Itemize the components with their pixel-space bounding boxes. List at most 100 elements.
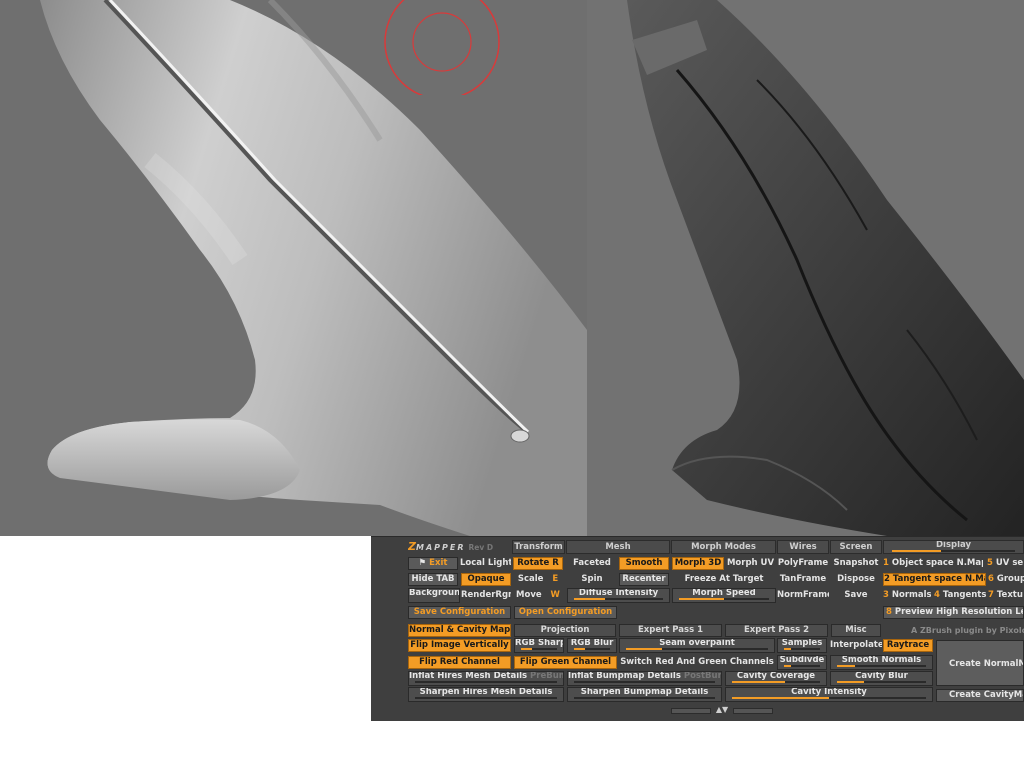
panel-handle-left[interactable] [671, 708, 711, 714]
smooth-normals-slider[interactable]: Smooth Normals [830, 655, 933, 670]
exit-button[interactable]: ⚑ Exit [408, 557, 458, 570]
open-configuration-button[interactable]: Open Configuration [514, 606, 617, 619]
diffuse-intensity-slider[interactable]: Diffuse Intensity [567, 588, 670, 603]
inflat-bumpmap-slider[interactable]: Inflat Bumpmap Details PostBump [567, 671, 722, 686]
tab-normal-cavity-map[interactable]: Normal & Cavity Map [408, 624, 511, 637]
inflat-hires-slider[interactable]: Inflat Hires Mesh Details PreBump [408, 671, 564, 686]
smooth-normals-label: Smooth Normals [841, 655, 922, 665]
menu-screen[interactable]: Screen [830, 540, 882, 554]
rgb-sharp-fill [521, 648, 532, 650]
scale-button[interactable]: Scale E [513, 573, 563, 586]
faceted-button[interactable]: Faceted [567, 557, 617, 570]
background-label: Background [409, 588, 460, 598]
viewport-right[interactable] [587, 0, 1024, 536]
display-option-2-label: Tangent space N.Map [892, 574, 986, 584]
tanframe-button[interactable]: TanFrame [777, 573, 829, 586]
samples-fill [784, 648, 792, 650]
tab-expert-pass-1[interactable]: Expert Pass 1 [619, 624, 722, 637]
smooth-button[interactable]: Smooth [619, 557, 669, 570]
morph-speed-slider[interactable]: Morph Speed [672, 588, 776, 603]
display-option-8-label: Preview High Resolution Leve [894, 607, 1024, 617]
tab-expert-pass-2[interactable]: Expert Pass 2 [725, 624, 828, 637]
brush-cursor-icon [384, 0, 500, 95]
cavity-blur-fill [837, 681, 864, 683]
scale-label: Scale [517, 574, 544, 584]
samples-slider[interactable]: Samples [777, 638, 827, 653]
inflat-bumpmap-track [574, 681, 715, 683]
save-button[interactable]: Save [830, 589, 882, 602]
cavity-blur-slider[interactable]: Cavity Blur [830, 671, 933, 686]
display-option-5[interactable]: 5 UV se [987, 557, 1024, 570]
display-option-4-label: Tangents [942, 590, 986, 600]
display-option-1[interactable]: 1 Object space N.Map [883, 557, 983, 570]
display-option-4[interactable]: 4 Tangents [934, 589, 986, 602]
menu-mesh[interactable]: Mesh [566, 540, 670, 554]
rotate-button[interactable]: Rotate R [513, 557, 563, 570]
menu-morph-modes[interactable]: Morph Modes [671, 540, 776, 554]
sharpen-hires-slider[interactable]: Sharpen Hires Mesh Details [408, 687, 564, 702]
plugin-credit: A ZBrush plugin by Pixolog [911, 626, 1024, 635]
dispose-button[interactable]: Dispose [830, 573, 882, 586]
menu-transform[interactable]: Transform [512, 540, 565, 554]
rgb-sharp-slider[interactable]: RGB Sharp [514, 638, 564, 653]
spin-button[interactable]: Spin [567, 573, 617, 586]
cavity-coverage-slider[interactable]: Cavity Coverage [725, 671, 827, 686]
exit-label: Exit [429, 558, 448, 568]
rgb-blur-slider[interactable]: RGB Blur [567, 638, 617, 653]
create-cavitymap-button[interactable]: Create CavityMa [936, 689, 1024, 702]
flip-green-channel-button[interactable]: Flip Green Channel [514, 656, 617, 669]
freeze-at-target-button[interactable]: Freeze At Target [672, 573, 776, 586]
background-slider[interactable]: Background [408, 588, 460, 603]
sharpen-hires-track [415, 697, 557, 699]
seam-overpaint-slider[interactable]: Seam overpaint [619, 638, 775, 653]
opaque-button[interactable]: Opaque [461, 573, 511, 586]
subdivide-slider[interactable]: Subdivde [777, 655, 827, 670]
menu-display[interactable]: Display [883, 540, 1024, 554]
polyframe-button[interactable]: PolyFrame [777, 557, 829, 570]
viewport-left[interactable] [0, 0, 587, 536]
switch-red-green-button[interactable]: Switch Red And Green Channels [619, 656, 775, 669]
display-option-6-label: Group [996, 574, 1024, 584]
collapse-arrows-icon[interactable]: ▲▼ [712, 705, 732, 715]
display-option-7-label: Textu [996, 590, 1023, 600]
create-normalmap-button[interactable]: Create NormalMa [936, 640, 1024, 686]
display-option-3[interactable]: 3 Normals [883, 589, 931, 602]
cavity-intensity-slider[interactable]: Cavity Intensity [725, 687, 933, 702]
subdivide-fill [784, 665, 792, 667]
normframe-button[interactable]: NormFrame [777, 589, 829, 602]
morph-uv-button[interactable]: Morph UV [725, 557, 776, 570]
panel-handle-right[interactable] [733, 708, 773, 714]
save-configuration-button[interactable]: Save Configuration [408, 606, 511, 619]
menu-display-label: Display [935, 540, 972, 550]
morph-speed-label: Morph Speed [692, 588, 756, 598]
tab-misc[interactable]: Misc [831, 624, 881, 637]
display-option-8-num: 8 [886, 607, 892, 617]
display-option-5-num: 5 [987, 558, 993, 568]
local-light-button[interactable]: Local Light [460, 557, 511, 570]
flip-red-channel-button[interactable]: Flip Red Channel [408, 656, 511, 669]
menu-wires[interactable]: Wires [777, 540, 829, 554]
cavity-coverage-fill [732, 681, 785, 683]
prebump-label: PreBump [530, 671, 563, 681]
display-option-5-label: UV se [995, 558, 1024, 568]
snapshot-button[interactable]: Snapshot [830, 557, 882, 570]
sharpen-bumpmap-slider[interactable]: Sharpen Bumpmap Details [567, 687, 722, 702]
display-slider-track [892, 550, 1015, 552]
raytrace-button[interactable]: Raytrace [883, 639, 933, 652]
interpolate-button[interactable]: Interpolate [830, 639, 882, 652]
flip-image-vertically-button[interactable]: Flip Image Vertically [408, 639, 511, 652]
morph-3d-button[interactable]: Morph 3D [672, 557, 724, 570]
inflat-hires-label: Inflat Hires Mesh Details [409, 671, 528, 681]
rgb-sharp-track [521, 648, 557, 650]
display-option-6[interactable]: 6 Group [988, 573, 1024, 586]
move-button[interactable]: Move W [513, 589, 563, 602]
display-option-2[interactable]: 2 Tangent space N.Map [883, 573, 986, 586]
hide-tab-button[interactable]: Hide TAB [408, 573, 458, 586]
tab-projection[interactable]: Projection [514, 624, 616, 637]
display-option-7[interactable]: 7 Textu [988, 589, 1024, 602]
sharpen-hires-label: Sharpen Hires Mesh Details [419, 687, 553, 697]
renderrgn-button[interactable]: RenderRgn [461, 589, 511, 602]
recenter-button[interactable]: Recenter [619, 573, 669, 586]
seam-overpaint-track [626, 648, 768, 650]
display-option-8[interactable]: 8 Preview High Resolution Leve [883, 606, 1024, 619]
